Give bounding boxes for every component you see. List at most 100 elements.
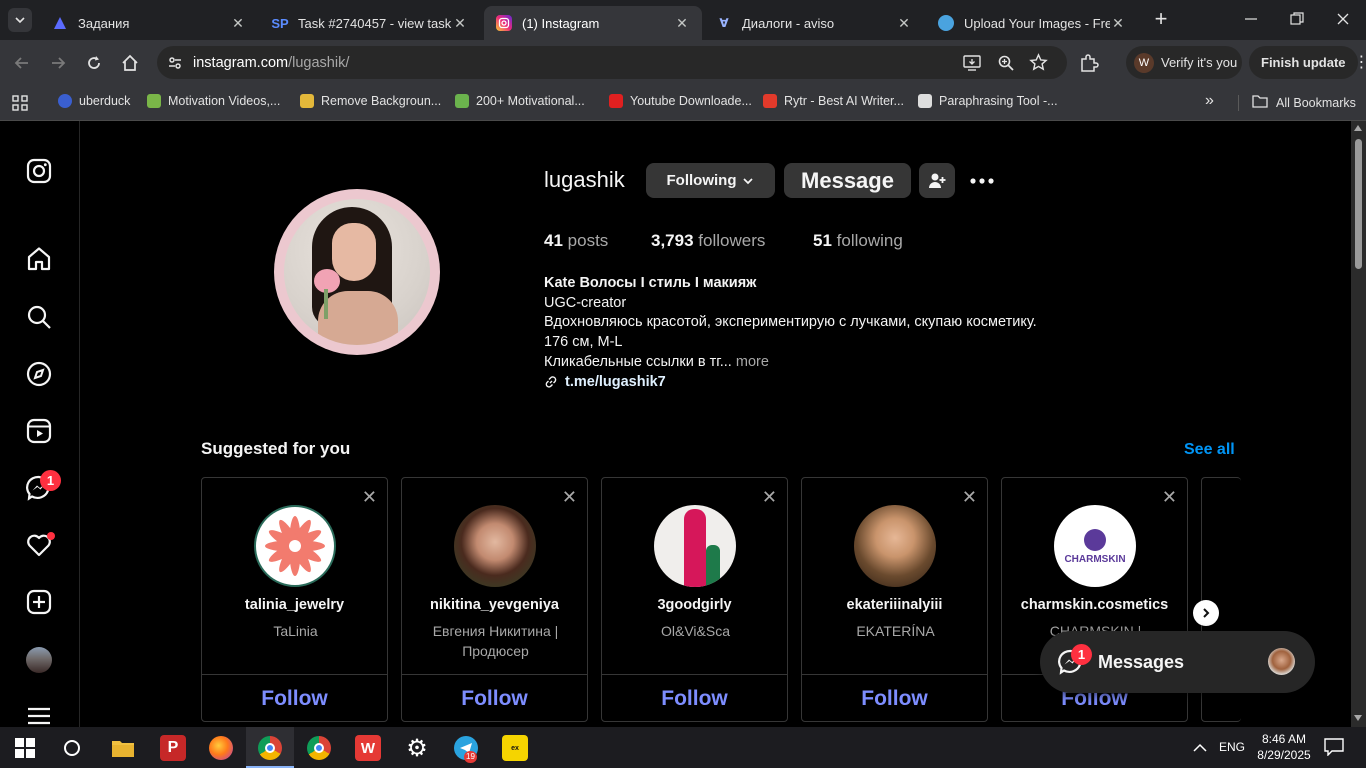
back-button[interactable] [12, 53, 32, 78]
notification-center-icon[interactable] [1324, 738, 1344, 761]
bio-link-text[interactable]: t.me/lugashik7 [565, 374, 666, 390]
explore-nav-icon[interactable] [24, 359, 54, 389]
zoom-icon[interactable] [997, 54, 1015, 77]
wps-office-icon[interactable]: W [355, 735, 381, 761]
language-indicator[interactable]: ENG [1219, 740, 1245, 754]
search-nav-icon[interactable] [24, 302, 54, 332]
exness-app-icon[interactable]: ex [502, 735, 528, 761]
suggestion-avatar[interactable] [854, 505, 936, 587]
bookmark-item[interactable]: uberduck [58, 94, 130, 108]
cortana-search-icon[interactable] [59, 735, 85, 761]
site-info-icon[interactable] [167, 55, 183, 71]
suggestion-avatar[interactable] [654, 505, 736, 587]
tab-close-icon[interactable]: ✕ [230, 15, 246, 32]
browser-tab[interactable]: ∀ Диалоги - aviso ✕ [704, 6, 924, 40]
following-button[interactable]: Following [646, 163, 775, 198]
browser-tab-active[interactable]: (1) Instagram ✕ [484, 6, 702, 40]
tab-close-icon[interactable]: ✕ [1110, 15, 1126, 32]
create-nav-icon[interactable] [24, 587, 54, 617]
settings-gear-icon[interactable]: ⚙ [404, 735, 430, 762]
apps-grid-icon[interactable] [12, 95, 28, 116]
close-window-button[interactable] [1334, 10, 1352, 28]
forward-button[interactable] [48, 53, 68, 78]
tab-search-button[interactable] [8, 8, 32, 32]
tab-close-icon[interactable]: ✕ [674, 15, 690, 32]
dismiss-suggestion-icon[interactable]: ✕ [962, 487, 977, 508]
chevron-right-double-icon[interactable]: » [1205, 92, 1214, 110]
dismiss-suggestion-icon[interactable]: ✕ [562, 487, 577, 508]
suggestion-username[interactable]: nikitina_yevgeniya [402, 597, 587, 613]
browser-toolbar: instagram.com/lugashik/ W Verify it's yo… [0, 40, 1366, 85]
home-button[interactable] [120, 53, 140, 78]
new-tab-button[interactable]: + [1150, 8, 1172, 31]
chrome-icon[interactable] [257, 735, 283, 761]
see-all-link[interactable]: See all [1184, 441, 1235, 459]
tab-close-icon[interactable]: ✕ [452, 15, 468, 32]
browser-tab[interactable]: Задания ✕ [40, 6, 258, 40]
bookmark-item[interactable]: Youtube Downloade... [609, 94, 752, 108]
file-explorer-icon[interactable] [110, 735, 136, 761]
bookmark-item[interactable]: Rytr - Best AI Writer... [763, 94, 904, 108]
restore-button[interactable] [1288, 10, 1306, 28]
windows-start-icon[interactable] [12, 735, 38, 761]
following-label: Following [666, 172, 737, 189]
messages-widget[interactable]: 1 Messages [1040, 631, 1315, 693]
follow-button[interactable]: Follow [202, 674, 387, 721]
finish-update-button[interactable]: Finish update ⋮ [1249, 46, 1366, 79]
browser-tab[interactable]: SP Task #2740457 - view task ✕ [260, 6, 480, 40]
dismiss-suggestion-icon[interactable]: ✕ [1162, 487, 1177, 508]
dismiss-suggestion-icon[interactable]: ✕ [762, 487, 777, 508]
verify-profile-button[interactable]: W Verify it's you [1126, 46, 1242, 79]
home-nav-icon[interactable] [24, 244, 54, 274]
scroll-down-arrow[interactable] [1354, 715, 1362, 721]
page-scrollbar[interactable] [1351, 121, 1366, 727]
bookmark-item[interactable]: Motivation Videos,... [147, 94, 280, 108]
puzzle-icon [1081, 54, 1099, 72]
instagram-logo-icon[interactable] [24, 156, 54, 186]
following-stat[interactable]: 51 following [813, 231, 903, 251]
suggestion-username[interactable]: charmskin.cosmetics [1002, 597, 1187, 613]
suggestion-username[interactable]: ekateriiinalyiii [802, 597, 987, 613]
suggestion-avatar[interactable] [454, 505, 536, 587]
bookmark-item[interactable]: Remove Backgroun... [300, 94, 441, 108]
tab-close-icon[interactable]: ✕ [896, 15, 912, 32]
show-hidden-icons-button[interactable] [1193, 740, 1207, 758]
suggestion-avatar[interactable] [254, 505, 336, 587]
suggestion-username[interactable]: 3goodgirly [602, 597, 787, 613]
bookmark-favicon-icon [300, 94, 314, 108]
followers-stat[interactable]: 3,793 followers [651, 231, 765, 251]
psiphon-app-icon[interactable]: P [160, 735, 186, 761]
browser-tab[interactable]: Upload Your Images - Free I ✕ [926, 6, 1138, 40]
bio-more-link[interactable]: more [736, 354, 769, 370]
bookmark-favicon-icon [609, 94, 623, 108]
follow-button[interactable]: Follow [402, 674, 587, 721]
bookmark-item[interactable]: Paraphrasing Tool -... [918, 94, 1058, 108]
suggestion-avatar[interactable]: CHARMSKIN [1054, 505, 1136, 587]
message-button[interactable]: Message [784, 163, 911, 198]
address-bar[interactable]: instagram.com/lugashik/ [157, 46, 1067, 79]
scroll-up-arrow[interactable] [1354, 125, 1362, 131]
profile-nav-avatar[interactable] [24, 645, 54, 675]
bio-link[interactable]: t.me/lugashik7 [544, 374, 666, 390]
follow-button[interactable]: Follow [602, 674, 787, 721]
bookmarks-bar: uberduck Motivation Videos,... Remove Ba… [0, 85, 1366, 121]
chrome-icon[interactable] [306, 735, 332, 761]
extensions-button[interactable] [1078, 52, 1100, 79]
clock[interactable]: 8:46 AM 8/29/2025 [1252, 731, 1316, 763]
reload-button[interactable] [84, 53, 104, 78]
all-bookmarks-button[interactable]: All Bookmarks [1252, 94, 1356, 111]
profile-picture[interactable] [274, 189, 440, 355]
minimize-button[interactable] [1242, 10, 1260, 28]
dismiss-suggestion-icon[interactable]: ✕ [362, 487, 377, 508]
suggest-people-button[interactable] [919, 163, 955, 198]
firefox-icon[interactable] [208, 735, 234, 761]
carousel-next-button[interactable] [1193, 600, 1219, 626]
scroll-thumb[interactable] [1355, 139, 1362, 269]
bookmark-star-icon[interactable] [1029, 53, 1048, 77]
follow-button[interactable]: Follow [802, 674, 987, 721]
more-options-icon[interactable] [969, 171, 995, 191]
suggestion-username[interactable]: talinia_jewelry [202, 597, 387, 613]
install-app-icon[interactable] [963, 54, 981, 77]
bookmark-item[interactable]: 200+ Motivational... [455, 94, 585, 108]
reels-nav-icon[interactable] [24, 416, 54, 446]
